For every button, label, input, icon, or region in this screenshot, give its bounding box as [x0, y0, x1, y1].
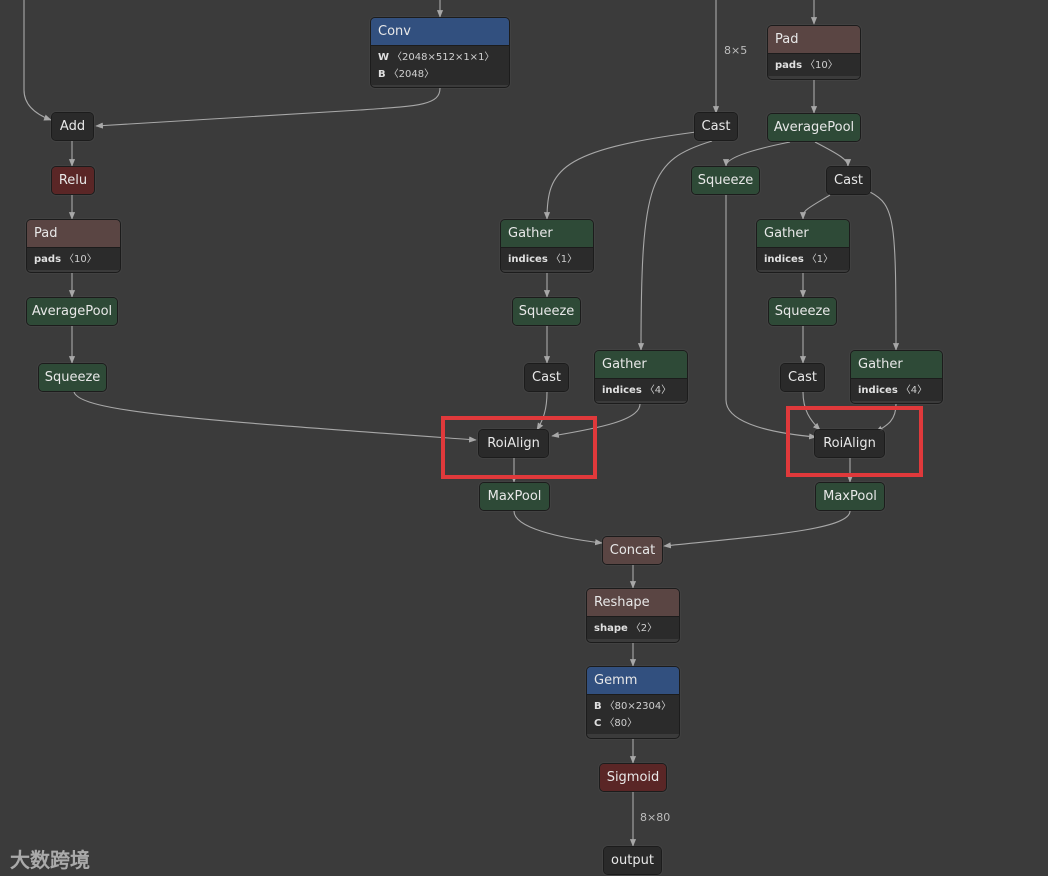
node-cast-right[interactable]: Cast: [826, 166, 871, 195]
node-gemm-attr-b: B 〈80×2304〉: [594, 701, 672, 712]
node-gather4-mid[interactable]: Gather indices 〈4〉: [594, 350, 688, 404]
node-squeeze-left-label: Squeeze: [39, 364, 106, 391]
node-averagepool-left[interactable]: AveragePool: [26, 297, 118, 326]
node-squeeze-right[interactable]: Squeeze: [768, 297, 837, 326]
edge-maxpool-left-concat: [513, 510, 603, 546]
edge-cast-gather-right: [799, 194, 831, 220]
node-pad-left-attr-pads: pads 〈10〉: [34, 254, 97, 265]
node-pad-right-label: Pad: [768, 26, 860, 53]
node-roialign-left-label: RoiAlign: [479, 430, 548, 457]
node-cast-mid-label: Cast: [525, 364, 568, 391]
node-conv-attr-b: B 〈2048〉: [378, 69, 435, 80]
node-add-label: Add: [52, 113, 93, 140]
node-averagepool-right-label: AveragePool: [768, 114, 860, 141]
node-relu-label: Relu: [52, 167, 94, 194]
node-gemm[interactable]: Gemm B 〈80×2304〉 C 〈80〉: [586, 666, 680, 739]
node-gather4-right-label: Gather: [851, 351, 942, 378]
edge-conv-add: [95, 87, 441, 129]
edge-squeeze-left-roialign: [73, 391, 477, 443]
node-reshape[interactable]: Reshape shape 〈2〉: [586, 588, 680, 643]
node-reshape-label: Reshape: [587, 589, 679, 616]
node-gather-right-label: Gather: [757, 220, 849, 247]
node-sigmoid[interactable]: Sigmoid: [599, 763, 667, 792]
watermark-logo: 大数跨境: [10, 844, 90, 873]
node-gather4-right-attr-indices: indices 〈4〉: [858, 385, 928, 396]
node-maxpool-left[interactable]: MaxPool: [479, 482, 550, 511]
edge-avgpool-squeeze-right: [722, 141, 791, 167]
node-output-label: output: [604, 847, 661, 874]
node-cast-top[interactable]: Cast: [694, 112, 738, 141]
node-concat-label: Concat: [603, 537, 662, 564]
node-output[interactable]: output: [603, 846, 662, 875]
node-gather4-right[interactable]: Gather indices 〈4〉: [850, 350, 943, 404]
node-gather-mid[interactable]: Gather indices 〈1〉: [500, 219, 594, 273]
edge-label-output-input: 8×80: [640, 811, 671, 824]
node-roialign-right-label: RoiAlign: [815, 430, 884, 457]
edge-maxpool-right-concat: [663, 510, 851, 549]
node-relu[interactable]: Relu: [51, 166, 95, 195]
node-concat[interactable]: Concat: [602, 536, 663, 565]
edge-input-add: [23, 0, 52, 121]
node-conv-attr-w: W 〈2048×512×1×1〉: [378, 52, 495, 63]
node-squeeze-mid-label: Squeeze: [513, 298, 580, 325]
node-roialign-right[interactable]: RoiAlign: [814, 429, 885, 458]
node-cast-mid[interactable]: Cast: [524, 363, 569, 392]
node-gather-mid-attr-indices: indices 〈1〉: [508, 254, 578, 265]
node-cast-right-label: Cast: [827, 167, 870, 194]
node-gather-right[interactable]: Gather indices 〈1〉: [756, 219, 850, 273]
edge-avgpool-cast-right: [814, 141, 852, 167]
node-add[interactable]: Add: [51, 112, 94, 141]
edge-cast-gather4-right: [869, 191, 900, 351]
node-pad-right[interactable]: Pad pads 〈10〉: [767, 25, 861, 80]
node-conv-label: Conv: [371, 18, 509, 45]
node-gemm-attr-c: C 〈80〉: [594, 718, 638, 729]
watermark-text: 大数跨境: [10, 848, 90, 872]
node-squeeze-left[interactable]: Squeeze: [38, 363, 107, 392]
node-pad-right-attr-pads: pads 〈10〉: [775, 60, 838, 71]
node-reshape-attr-shape: shape 〈2〉: [594, 623, 658, 634]
node-squeeze-right-label: Squeeze: [769, 298, 836, 325]
node-gather4-mid-label: Gather: [595, 351, 687, 378]
node-gemm-label: Gemm: [587, 667, 679, 694]
node-gather4-mid-attr-indices: indices 〈4〉: [602, 385, 672, 396]
node-averagepool-left-label: AveragePool: [27, 298, 117, 325]
node-pad-left-label: Pad: [27, 220, 120, 247]
node-conv[interactable]: Conv W 〈2048×512×1×1〉 B 〈2048〉: [370, 17, 510, 88]
node-averagepool-right[interactable]: AveragePool: [767, 113, 861, 142]
node-sigmoid-label: Sigmoid: [600, 764, 666, 791]
edge-cast-gather-mid: [543, 131, 697, 220]
node-cast-top-label: Cast: [695, 113, 737, 140]
node-maxpool-right[interactable]: MaxPool: [815, 482, 885, 511]
node-squeeze-mid-right-label: Squeeze: [692, 167, 759, 194]
node-squeeze-mid-right[interactable]: Squeeze: [691, 166, 760, 195]
edge-label-cast-input: 8×5: [724, 44, 748, 57]
node-maxpool-right-label: MaxPool: [816, 483, 884, 510]
node-pad-left[interactable]: Pad pads 〈10〉: [26, 219, 121, 273]
node-cast-right2-label: Cast: [781, 364, 824, 391]
node-gather-right-attr-indices: indices 〈1〉: [764, 254, 834, 265]
node-gather-mid-label: Gather: [501, 220, 593, 247]
node-squeeze-mid[interactable]: Squeeze: [512, 297, 581, 326]
node-maxpool-left-label: MaxPool: [480, 483, 549, 510]
node-roialign-left[interactable]: RoiAlign: [478, 429, 549, 458]
node-cast-right2[interactable]: Cast: [780, 363, 825, 392]
